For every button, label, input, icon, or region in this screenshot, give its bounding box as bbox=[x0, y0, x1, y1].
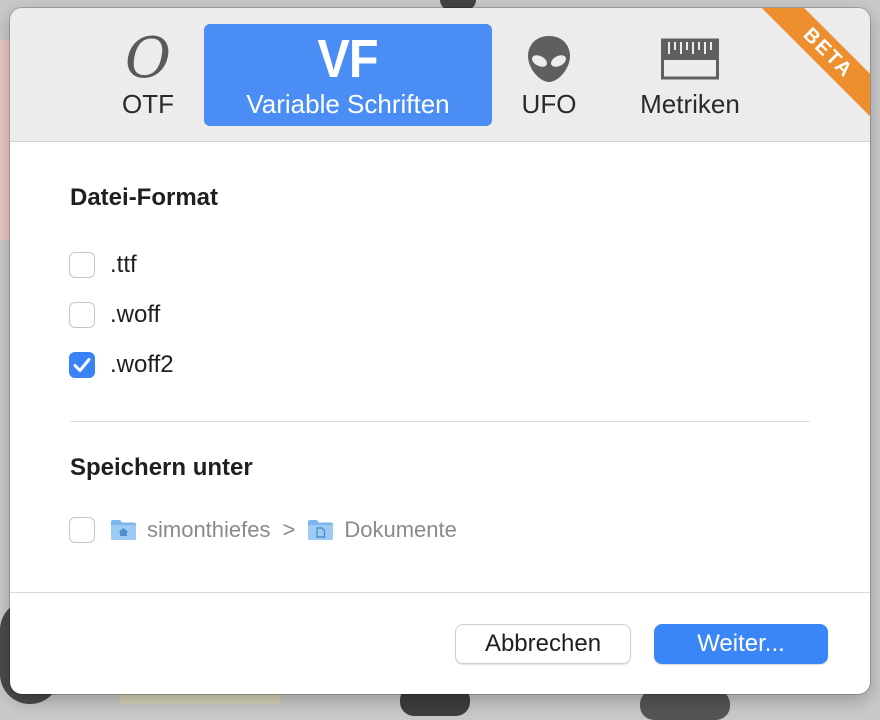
ruler-icon bbox=[661, 31, 719, 87]
tab-variable-fonts[interactable]: VF Variable Schriften bbox=[204, 24, 492, 126]
option-woff[interactable]: .woff bbox=[69, 300, 160, 330]
save-location-title: Speichern unter bbox=[70, 454, 253, 481]
cancel-button[interactable]: Abbrechen bbox=[455, 624, 631, 664]
continue-button[interactable]: Weiter... bbox=[654, 624, 828, 664]
backdrop-shape bbox=[640, 690, 730, 720]
tab-label: Metriken bbox=[640, 89, 740, 119]
tab-ufo[interactable]: UFO bbox=[504, 24, 594, 126]
path-separator: > bbox=[282, 517, 296, 542]
woff-checkbox[interactable] bbox=[69, 302, 95, 328]
option-woff2[interactable]: .woff2 bbox=[69, 350, 174, 380]
backdrop-strip bbox=[120, 694, 280, 704]
tab-label: OTF bbox=[122, 89, 174, 119]
documents-folder-icon bbox=[307, 519, 334, 541]
path-home[interactable]: simonthiefes bbox=[147, 517, 271, 543]
footer-divider bbox=[10, 592, 870, 593]
alien-icon bbox=[526, 31, 572, 87]
save-location-checkbox[interactable] bbox=[69, 517, 95, 543]
ttf-checkbox[interactable] bbox=[69, 252, 95, 278]
woff2-checkbox[interactable] bbox=[69, 352, 95, 378]
tab-label: Variable Schriften bbox=[246, 89, 450, 119]
format-toolbar: O OTF VF Variable Schriften UFO Metriken bbox=[10, 8, 870, 142]
section-divider bbox=[70, 421, 810, 422]
tab-otf[interactable]: O OTF bbox=[104, 24, 192, 126]
path-documents[interactable]: Dokumente bbox=[344, 517, 457, 543]
save-location-row[interactable]: simonthiefes > Dokumente bbox=[69, 515, 457, 545]
tab-metrics[interactable]: Metriken bbox=[622, 24, 758, 126]
home-folder-icon bbox=[110, 519, 137, 541]
tab-label: UFO bbox=[521, 89, 577, 119]
vf-icon: VF bbox=[317, 29, 379, 89]
option-label: .woff bbox=[110, 301, 161, 328]
option-label: .ttf bbox=[110, 251, 137, 278]
checkmark-icon bbox=[73, 358, 91, 372]
option-ttf[interactable]: .ttf bbox=[69, 250, 137, 280]
file-format-title: Datei-Format bbox=[70, 184, 219, 211]
export-dialog: O OTF VF Variable Schriften UFO Metriken… bbox=[10, 8, 870, 694]
option-label: .woff2 bbox=[110, 351, 174, 378]
otf-icon: O bbox=[125, 26, 171, 91]
